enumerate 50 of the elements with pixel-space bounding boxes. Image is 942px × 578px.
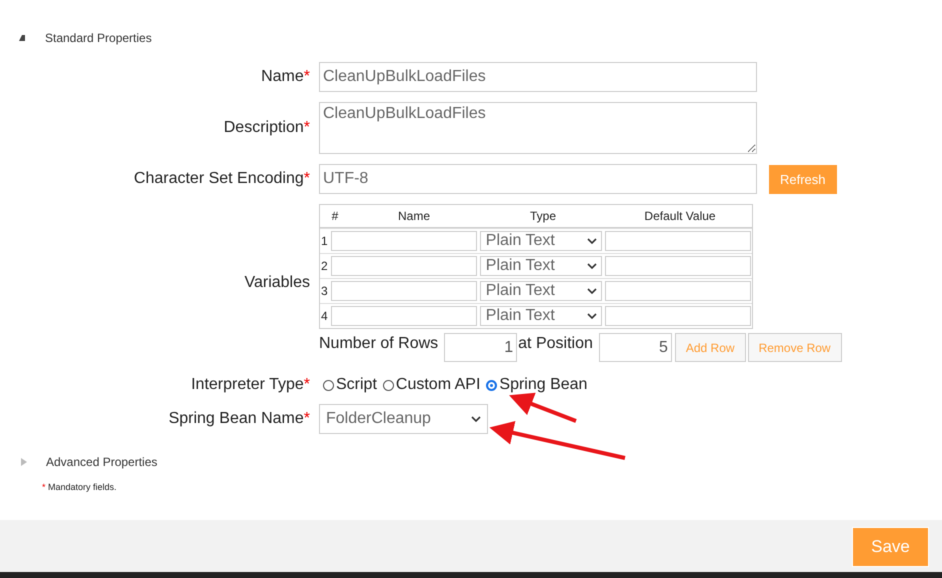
type-dropdown[interactable]: Plain Text (480, 281, 602, 301)
spring-bean-dropdown[interactable]: FolderCleanup (319, 404, 488, 434)
radio-button[interactable] (382, 380, 394, 390)
row-number: 3 (321, 284, 328, 298)
section-title[interactable]: Advanced Properties (46, 455, 158, 469)
collapse-triangle-icon[interactable] (19, 35, 25, 41)
type-dropdown[interactable]: Plain Text (480, 306, 602, 326)
row-number: 1 (321, 234, 328, 248)
row-number: 4 (321, 309, 328, 323)
name-input[interactable] (330, 231, 477, 251)
default-value-input[interactable] (605, 231, 751, 251)
field-label: Character Set Encoding* (132, 170, 310, 188)
name-input[interactable] (330, 256, 477, 276)
radio-button[interactable] (486, 380, 498, 390)
chevron-down-icon (587, 263, 597, 269)
radio-label[interactable]: Script (336, 376, 377, 394)
name-input[interactable] (330, 306, 477, 326)
default-value-input[interactable] (605, 281, 751, 301)
type-dropdown[interactable]: Plain Text (480, 231, 602, 251)
description-field[interactable]: CleanUpBulkLoadFiles (319, 102, 757, 154)
chevron-down-icon (471, 416, 481, 422)
default-value-input[interactable] (605, 256, 751, 276)
row-number: 2 (321, 259, 328, 273)
radio-button[interactable] (323, 380, 334, 390)
chevron-down-icon (587, 313, 597, 319)
field-label: Name* (260, 68, 310, 86)
column-header: # (330, 209, 340, 223)
encoding-field[interactable]: UTF-8 (319, 164, 757, 194)
mandatory-note: * Mandatory fields. (42, 482, 118, 492)
expand-triangle-icon[interactable] (21, 458, 27, 466)
column-header: Type (528, 209, 557, 223)
field-label: Interpreter Type* (190, 376, 310, 394)
default-value-input[interactable] (605, 306, 751, 326)
chevron-down-icon (587, 238, 597, 244)
name-field[interactable]: CleanUpBulkLoadFiles (319, 62, 757, 92)
field-label: at Position (518, 334, 593, 353)
chevron-down-icon (587, 288, 597, 294)
field-label: Description* (222, 119, 310, 137)
type-dropdown[interactable]: Plain Text (480, 256, 602, 276)
position-field[interactable]: 5 (598, 333, 672, 362)
radio-label[interactable]: Custom API (396, 376, 480, 394)
field-label: Spring Bean Name* (168, 410, 310, 428)
name-input[interactable] (330, 281, 477, 301)
rows-count-field[interactable]: 1 (444, 333, 518, 362)
field-label: Variables (243, 274, 310, 292)
column-header: Name (396, 209, 431, 223)
radio-label[interactable]: Spring Bean (499, 376, 588, 394)
section-title[interactable]: Standard Properties (45, 31, 152, 45)
column-header: Default Value (643, 209, 717, 223)
field-label: Number of Rows (319, 334, 438, 353)
